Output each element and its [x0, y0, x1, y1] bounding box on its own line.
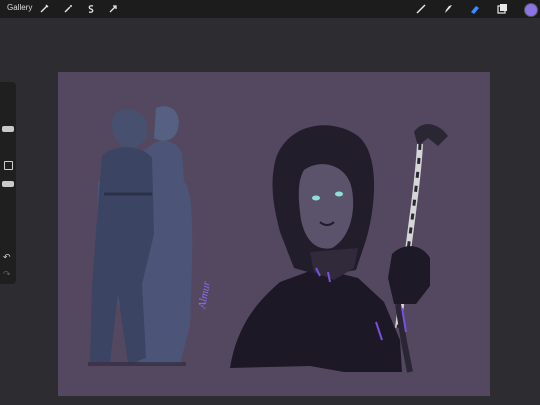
brush-sidebar: ↶ ↷	[0, 82, 16, 284]
selection-icon[interactable]	[84, 2, 98, 16]
layers-icon[interactable]	[494, 1, 510, 17]
canvas-workspace: Almur ↶ ↷	[0, 18, 540, 405]
redo-icon[interactable]: ↷	[3, 269, 11, 280]
brush-icon[interactable]	[413, 1, 429, 17]
wrench-icon[interactable]	[37, 2, 51, 16]
brush-size-slider[interactable]	[2, 126, 14, 132]
transform-icon[interactable]	[106, 2, 120, 16]
color-picker-button[interactable]	[524, 3, 538, 17]
top-toolbar: Gallery	[0, 0, 540, 18]
brush-opacity-slider[interactable]	[2, 181, 14, 187]
eraser-icon[interactable]	[467, 1, 483, 17]
gallery-button[interactable]: Gallery	[7, 3, 32, 12]
smudge-icon[interactable]	[440, 1, 456, 17]
modify-button[interactable]	[4, 161, 13, 170]
magic-wand-icon[interactable]	[61, 2, 75, 16]
drawing-canvas[interactable]: Almur	[58, 72, 490, 396]
undo-icon[interactable]: ↶	[3, 252, 11, 263]
